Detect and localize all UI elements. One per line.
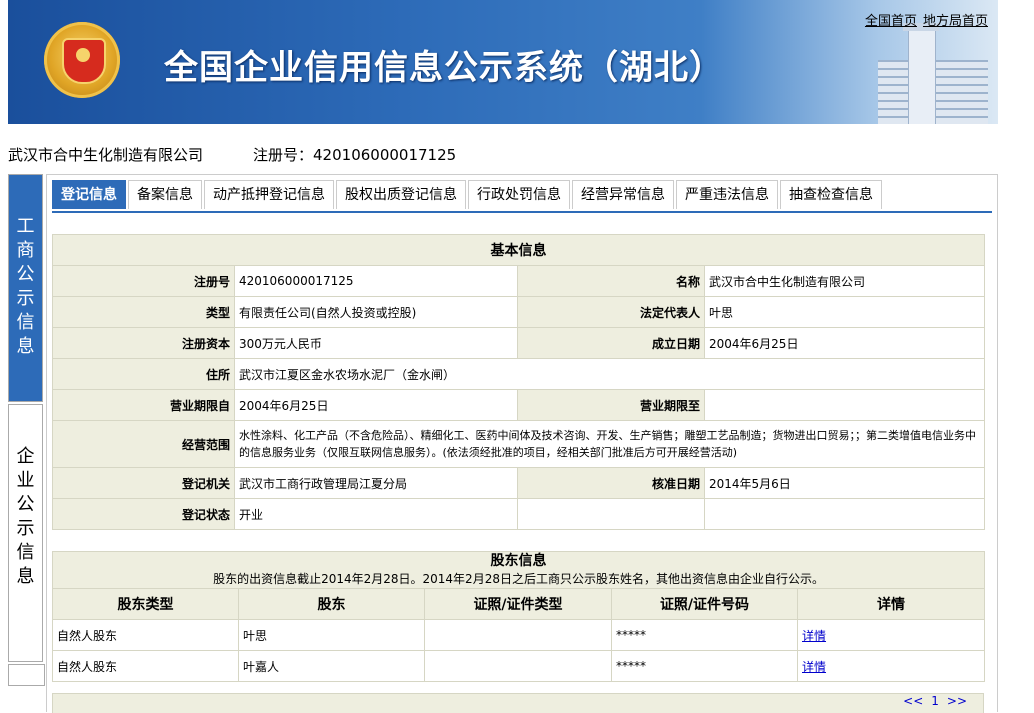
company-line: 武汉市合中生化制造有限公司 注册号：420106000017125 (8, 144, 456, 165)
nav-item-label: 工商公示信息 (16, 216, 35, 357)
basic-info-table: 基本信息 注册号 420106000017125 名称 武汉市合中生化制造有限公… (52, 234, 985, 530)
label-approved: 核准日期 (517, 467, 705, 499)
value-type: 有限责任公司(自然人投资或控股) (234, 296, 518, 328)
tab-abnormal-operation[interactable]: 经营异常信息 (572, 180, 674, 209)
value-status: 开业 (234, 498, 518, 530)
col-holder: 股东 (238, 588, 425, 620)
cell-id-type (424, 650, 612, 682)
cell-holder-type: 自然人股东 (52, 650, 239, 682)
cell-holder: 叶嘉人 (238, 650, 425, 682)
value-term-from: 2004年6月25日 (234, 389, 518, 421)
detail-link[interactable]: 详情 (802, 629, 826, 643)
value-legal-rep: 叶思 (704, 296, 985, 328)
table-row: 自然人股东 叶嘉人 ***** 详情 (52, 650, 986, 682)
tab-spot-check[interactable]: 抽查检查信息 (780, 180, 882, 209)
label-authority: 登记机关 (52, 467, 235, 499)
left-nav: 工商公示信息 企业公示信息 (8, 174, 45, 688)
value-reg-no: 420106000017125 (234, 265, 518, 297)
detail-link[interactable]: 详情 (802, 660, 826, 674)
value-authority: 武汉市工商行政管理局江夏分局 (234, 467, 518, 499)
site-title: 全国企业信用信息公示系统（湖北） (164, 48, 724, 88)
cell-id-type (424, 619, 612, 651)
top-links: 全国首页 地方局首页 (859, 10, 988, 29)
cell-id-no: ***** (611, 650, 798, 682)
cell-holder-type: 自然人股东 (52, 619, 239, 651)
value-founded: 2004年6月25日 (704, 327, 985, 359)
value-capital: 300万元人民币 (234, 327, 518, 359)
label-legal-rep: 法定代表人 (517, 296, 705, 328)
label-scope: 经营范围 (52, 420, 235, 468)
company-reg-no: 注册号：420106000017125 (253, 146, 457, 164)
label-reg-no: 注册号 (52, 265, 235, 297)
shareholder-title: 股东信息 (490, 553, 547, 569)
tab-filing[interactable]: 备案信息 (128, 180, 202, 209)
table-row: 自然人股东 叶思 ***** 详情 (52, 619, 986, 651)
cell-detail: 详情 (796, 650, 986, 682)
value-term-to (704, 389, 985, 421)
label-type: 类型 (52, 296, 235, 328)
pager-next[interactable]: >> (947, 694, 967, 708)
national-emblem-icon (44, 22, 120, 98)
main-panel: 登记信息 备案信息 动产抵押登记信息 股权出质登记信息 行政处罚信息 经营异常信息 严重违法… (46, 174, 998, 713)
empty-cell (704, 498, 985, 530)
shareholder-caption: 股东信息 股东的出资信息截止2014年2月28日。2014年2月28日之后工商只… (51, 551, 986, 589)
pager-page[interactable]: 1 (931, 694, 939, 708)
tab-admin-penalty[interactable]: 行政处罚信息 (468, 180, 570, 209)
cell-holder: 叶思 (238, 619, 425, 651)
value-address: 武汉市江夏区金水农场水泥厂（金水闸） (234, 358, 985, 390)
building-illustration (868, 23, 998, 124)
pager: << 1 >> (52, 693, 984, 713)
label-status: 登记状态 (52, 498, 235, 530)
tab-serious-violation[interactable]: 严重违法信息 (676, 180, 778, 209)
empty-cell (517, 498, 705, 530)
tab-bar: 登记信息 备案信息 动产抵押登记信息 股权出质登记信息 行政处罚信息 经营异常信息 严重违法… (52, 180, 884, 210)
tab-underline (52, 211, 992, 213)
cell-id-no: ***** (611, 619, 798, 651)
label-term-from: 营业期限自 (52, 389, 235, 421)
company-name: 武汉市合中生化制造有限公司 (8, 146, 204, 164)
basic-info-caption: 基本信息 (52, 234, 985, 266)
header-banner: 全国企业信用信息公示系统（湖北） 全国首页 地方局首页 (8, 0, 998, 124)
col-detail: 详情 (796, 588, 986, 620)
nav-extra-item[interactable] (8, 664, 45, 686)
nav-item-label: 企业公示信息 (16, 446, 35, 587)
pager-prev[interactable]: << (903, 694, 923, 708)
nav-business-public-info[interactable]: 工商公示信息 (8, 174, 43, 402)
national-home-link[interactable]: 全国首页 (865, 14, 917, 29)
value-scope: 水性涂料、化工产品（不含危险品）、精细化工、医药中间体及技术咨询、开发、生产销售… (234, 420, 985, 468)
label-address: 住所 (52, 358, 235, 390)
tab-chattel-mortgage[interactable]: 动产抵押登记信息 (204, 180, 334, 209)
col-id-no: 证照/证件号码 (611, 588, 798, 620)
tab-equity-pledge[interactable]: 股权出质登记信息 (336, 180, 466, 209)
nav-enterprise-public-info[interactable]: 企业公示信息 (8, 404, 43, 662)
label-founded: 成立日期 (517, 327, 705, 359)
cell-detail: 详情 (796, 619, 986, 651)
tab-registration[interactable]: 登记信息 (52, 180, 126, 209)
shareholder-table: 股东信息 股东的出资信息截止2014年2月28日。2014年2月28日之后工商只… (51, 551, 986, 682)
label-term-to: 营业期限至 (517, 389, 705, 421)
shareholder-note: 股东的出资信息截止2014年2月28日。2014年2月28日之后工商只公示股东姓… (213, 572, 824, 586)
value-name: 武汉市合中生化制造有限公司 (704, 265, 985, 297)
value-approved: 2014年5月6日 (704, 467, 985, 499)
label-name: 名称 (517, 265, 705, 297)
col-holder-type: 股东类型 (52, 588, 239, 620)
local-home-link[interactable]: 地方局首页 (923, 14, 988, 29)
label-capital: 注册资本 (52, 327, 235, 359)
col-id-type: 证照/证件类型 (424, 588, 612, 620)
